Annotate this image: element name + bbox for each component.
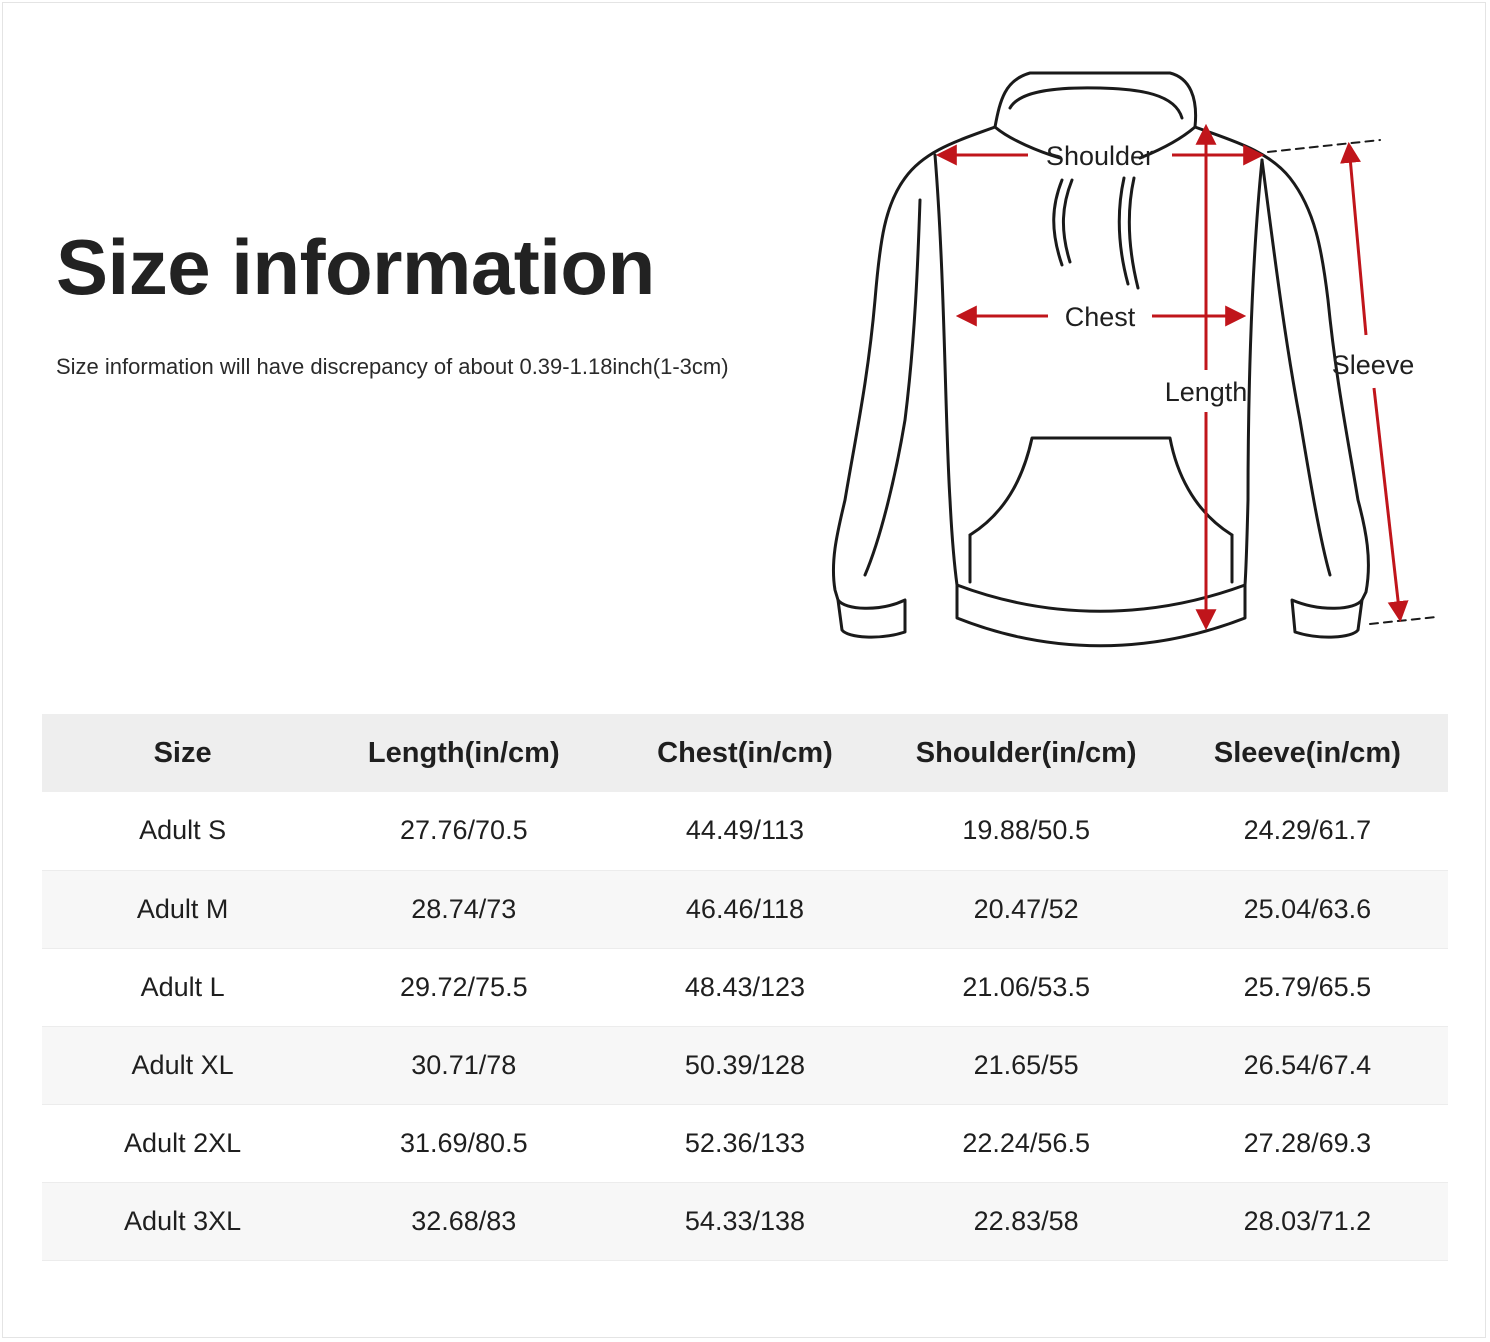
- cell-size: Adult 2XL: [124, 1127, 242, 1158]
- page-title: Size information: [56, 223, 655, 311]
- cell-size: Adult XL: [131, 1049, 234, 1080]
- cell-chest: 48.43/123: [684, 971, 806, 1002]
- table-row: Adult S 27.76/70.5 44.49/113 19.88/50.5 …: [42, 792, 1448, 870]
- cell-chest: 44.49/113: [685, 815, 805, 846]
- cell-length: 28.74/73: [411, 893, 517, 924]
- length-label: Length: [1165, 377, 1248, 407]
- table-row: Adult M 28.74/73 46.46/118 20.47/52 25.0…: [42, 870, 1448, 948]
- table-row: Adult 2XL 31.69/80.5 52.36/133 22.24/56.…: [42, 1104, 1448, 1182]
- cell-shoulder: 19.88/50.5: [962, 815, 1090, 846]
- cell-shoulder: 22.83/58: [973, 1205, 1079, 1236]
- cell-shoulder: 20.47/52: [973, 893, 1079, 924]
- table-row: Adult 3XL 32.68/83 54.33/138 22.83/58 28…: [42, 1182, 1448, 1260]
- cell-chest: 46.46/118: [685, 893, 805, 924]
- cell-length: 31.69/80.5: [399, 1127, 528, 1158]
- sleeve-arrow-top: [1340, 141, 1368, 336]
- table-row: Adult L 29.72/75.5 48.43/123 21.06/53.5 …: [42, 948, 1448, 1026]
- cell-chest: 50.39/128: [684, 1049, 806, 1080]
- header-shoulder: Shoulder(in/cm): [915, 736, 1137, 769]
- cell-length: 27.76/70.5: [399, 815, 528, 846]
- cell-size: Adult 3XL: [124, 1205, 242, 1236]
- sleeve-arrow-bottom: [1372, 387, 1409, 623]
- header-row: Size Length(in/cm) Chest(in/cm) Shoulder…: [42, 714, 1448, 792]
- table-body: Adult S 27.76/70.5 44.49/113 19.88/50.5 …: [42, 792, 1448, 1260]
- cell-sleeve: 25.79/65.5: [1243, 971, 1372, 1002]
- cell-size: Adult S: [139, 815, 227, 846]
- header-size: Size: [153, 736, 212, 769]
- header-chest: Chest(in/cm): [657, 736, 833, 769]
- header-sleeve: Sleeve(in/cm): [1213, 736, 1401, 769]
- hoodie-measurement-diagram: Shoulder Chest Length Sleeve: [831, 71, 1437, 648]
- cell-sleeve: 24.29/61.7: [1243, 815, 1372, 846]
- header-length: Length(in/cm): [367, 736, 560, 769]
- discrepancy-note: Size information will have discrepancy o…: [56, 354, 729, 379]
- cell-chest: 54.33/138: [684, 1205, 806, 1236]
- cell-sleeve: 27.28/69.3: [1243, 1127, 1372, 1158]
- cell-length: 32.68/83: [411, 1205, 517, 1236]
- cell-shoulder: 21.65/55: [973, 1049, 1079, 1080]
- cell-shoulder: 21.06/53.5: [962, 971, 1090, 1002]
- size-chart-table: Size Length(in/cm) Chest(in/cm) Shoulder…: [42, 714, 1448, 1261]
- cell-size: Adult M: [136, 893, 229, 924]
- cell-sleeve: 26.54/67.4: [1243, 1049, 1372, 1080]
- shoulder-label: Shoulder: [1046, 141, 1154, 171]
- cell-sleeve: 25.04/63.6: [1243, 893, 1372, 924]
- cell-size: Adult L: [140, 971, 225, 1002]
- sleeve-label: Sleeve: [1332, 350, 1415, 380]
- cell-shoulder: 22.24/56.5: [962, 1127, 1090, 1158]
- chest-label: Chest: [1065, 302, 1136, 332]
- cell-length: 29.72/75.5: [399, 971, 528, 1002]
- table-row: Adult XL 30.71/78 50.39/128 21.65/55 26.…: [42, 1026, 1448, 1104]
- cell-length: 30.71/78: [411, 1049, 517, 1080]
- cell-chest: 52.36/133: [684, 1127, 806, 1158]
- cell-sleeve: 28.03/71.2: [1243, 1205, 1372, 1236]
- table-header: Size Length(in/cm) Chest(in/cm) Shoulder…: [42, 714, 1448, 792]
